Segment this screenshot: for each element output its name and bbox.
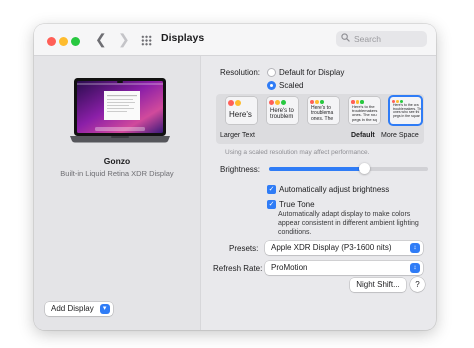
scale-option-larger-text[interactable]: Here's [226, 97, 259, 126]
chevron-down-icon: ▾ [99, 304, 110, 314]
scale-thumbnail: Here's to the cra troublemakers. Th ones… [390, 97, 421, 124]
resolution-default-label[interactable]: Default for Display [279, 68, 344, 77]
true-tone-description: Automatically adapt display to make colo… [278, 211, 419, 236]
scale-sample-text: Here's to troublema ones. The [311, 105, 334, 122]
add-display-button[interactable]: Add Display ▾ [45, 302, 113, 316]
forward-chevron-icon[interactable]: ❯ [118, 31, 130, 47]
scale-label-default: Default [351, 132, 375, 139]
macbook-icon[interactable] [70, 76, 170, 143]
scale-sample-text: Here's [229, 110, 252, 119]
chevron-updown-icon: ↕ [410, 263, 420, 273]
grid-icon[interactable] [141, 35, 152, 46]
chevron-updown-icon: ↕ [410, 243, 420, 253]
resolution-note: Using a scaled resolution may affect per… [225, 149, 370, 156]
minimize-window-button[interactable] [59, 37, 68, 46]
close-window-button[interactable] [47, 37, 56, 46]
auto-brightness-label[interactable]: Automatically adjust brightness [279, 185, 389, 194]
checkmark-icon: ✓ [268, 186, 275, 193]
zoom-window-button[interactable] [71, 37, 80, 46]
search-field[interactable] [336, 31, 427, 47]
resolution-label: Resolution: [220, 68, 261, 77]
scale-option-default[interactable]: Here's to the troublemakers ones. The ro… [349, 97, 382, 126]
search-icon [341, 33, 350, 42]
scaled-resolution-picker: Here's Here's to troublem Here's to trou… [216, 94, 424, 144]
display-subtitle: Built-in Liquid Retina XDR Display [60, 169, 174, 178]
scale-thumbnail: Here's to troublema ones. The [308, 97, 339, 124]
presets-value: Apple XDR Display (P3-1600 nits) [271, 243, 392, 252]
night-shift-button[interactable]: Night Shift... [350, 278, 406, 292]
refresh-rate-label: Refresh Rate: [213, 264, 263, 273]
resolution-scaled-label[interactable]: Scaled [279, 81, 303, 90]
back-chevron-icon[interactable]: ❮ [95, 31, 107, 47]
checkmark-icon: ✓ [268, 201, 275, 208]
resolution-scaled-radio[interactable] [267, 81, 276, 90]
brightness-slider-fill [269, 167, 365, 171]
brightness-slider[interactable] [269, 163, 428, 174]
scale-sample-text: Here's to troublem [270, 108, 294, 121]
display-name: Gonzo [103, 156, 131, 166]
scale-label-more-space: More Space [381, 132, 419, 139]
scale-sample-text: Here's to the cra troublemakers. Th ones… [393, 103, 421, 119]
scale-thumbnail: Here's to the troublemakers ones. The ro… [349, 97, 380, 124]
scale-label-larger-text: Larger Text [220, 132, 255, 139]
presets-popup[interactable]: Apple XDR Display (P3-1600 nits) ↕ [265, 241, 423, 255]
resolution-default-radio[interactable] [267, 68, 276, 77]
scale-option-3[interactable]: Here's to troublema ones. The [308, 97, 341, 126]
scale-thumbnail: Here's [226, 97, 257, 124]
add-display-label: Add Display [51, 304, 94, 313]
help-icon[interactable]: ? [410, 277, 425, 292]
system-preferences-window: ❮ ❯ Displays Search Gonzo Built-in Liqui… [34, 24, 436, 330]
refresh-rate-popup[interactable]: ProMotion ↕ [265, 261, 423, 275]
brightness-label: Brightness: [220, 165, 261, 174]
titlebar: ❮ ❯ Displays [34, 24, 436, 56]
true-tone-checkbox[interactable]: ✓ [267, 200, 276, 209]
brightness-slider-knob[interactable] [359, 163, 371, 174]
display-list-pane: Gonzo Built-in Liquid Retina XDR Display… [34, 56, 201, 330]
search-input[interactable] [354, 32, 422, 46]
scale-option-more-space[interactable]: Here's to the cra troublemakers. Th ones… [390, 97, 423, 126]
scale-option-2[interactable]: Here's to troublem [267, 97, 300, 126]
scale-sample-text: Here's to the troublemakers ones. The ro… [352, 104, 378, 122]
auto-brightness-checkbox[interactable]: ✓ [267, 185, 276, 194]
window-title: Displays [161, 32, 205, 44]
presets-label: Presets: [229, 244, 259, 253]
refresh-rate-value: ProMotion [271, 263, 308, 272]
scale-thumbnail: Here's to troublem [267, 97, 298, 124]
true-tone-label[interactable]: True Tone [279, 200, 315, 209]
